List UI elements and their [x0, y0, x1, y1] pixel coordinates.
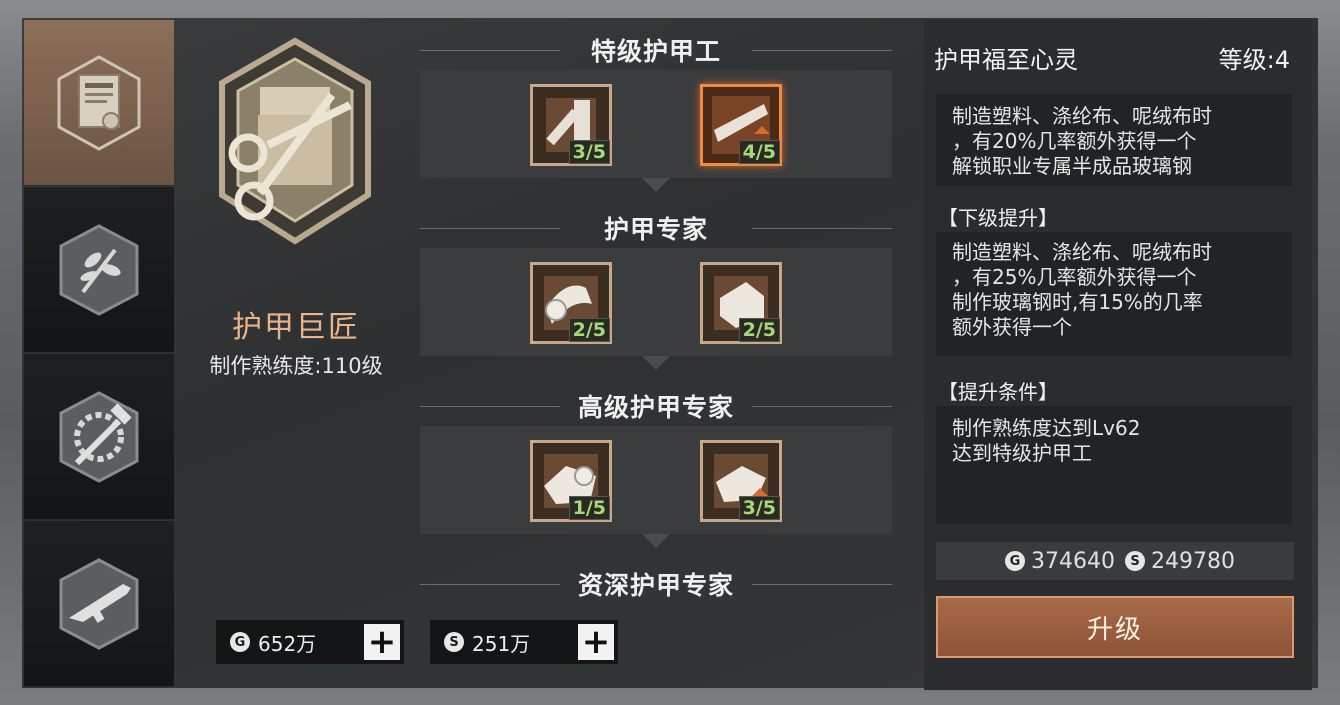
s-coin-icon: S [444, 632, 464, 652]
rifle-icon [59, 557, 139, 650]
profession-name: 护甲巨匠 [232, 310, 360, 345]
upgrade-button[interactable]: 升级 [936, 596, 1294, 658]
next-effect-line: ，有25%几率额外获得一个 [952, 265, 1197, 289]
currency-s-amount: 251万 [472, 631, 531, 656]
certificate-icon [57, 54, 141, 151]
tab-certificate[interactable] [24, 20, 174, 186]
condition-title: 【提升条件】 [938, 380, 1058, 404]
tier-row-2 [420, 248, 892, 356]
tier-title-4: 资深护甲专家 [420, 566, 892, 602]
condition-line: 达到特级护甲工 [952, 441, 1092, 465]
gear-hammer-icon [59, 390, 139, 483]
next-effect-line: 制作玻璃钢时,有15%的几率 [952, 290, 1203, 314]
s-coin-icon: S [1125, 551, 1145, 571]
skill-progress: 4/5 [738, 140, 780, 164]
currency-g: G 652万 + [216, 620, 404, 664]
skill-node[interactable]: 2/5 [530, 262, 612, 344]
cost-g-amount: 374640 [1031, 548, 1115, 574]
skill-node[interactable]: 2/5 [700, 262, 782, 344]
next-effect-box: 制造塑料、涤纶布、呢绒布时 ，有25%几率额外获得一个 制作玻璃钢时,有15%的… [936, 232, 1292, 356]
current-effect-box: 制造塑料、涤纶布、呢绒布时 ，有20%几率额外获得一个 解锁职业专属半成品玻璃钢 [936, 94, 1292, 186]
proficiency-level: 制作熟练度:110级 [209, 354, 383, 378]
profession-badge [200, 35, 390, 255]
next-effect-line: 制造塑料、涤纶布、呢绒布时 [952, 240, 1212, 264]
tier-connector [642, 534, 670, 548]
skill-node[interactable]: 3/5 [700, 440, 782, 522]
skill-progress: 1/5 [568, 496, 610, 520]
skill-progress: 3/5 [738, 496, 780, 520]
cost-s-amount: 249780 [1151, 548, 1235, 574]
add-g-button[interactable]: + [364, 624, 400, 660]
effect-line: 制造塑料、涤纶布、呢绒布时 [952, 104, 1212, 128]
upgrade-cost: G 374640 S 249780 [936, 542, 1294, 580]
skill-progress: 2/5 [568, 318, 610, 342]
tier-connector [642, 356, 670, 370]
g-coin-icon: G [1005, 551, 1026, 571]
skill-node-selected[interactable]: 4/5 [700, 84, 782, 166]
plant-icon [59, 223, 139, 316]
effect-line: ，有20%几率额外获得一个 [952, 129, 1197, 153]
currency-s: S 251万 + [430, 620, 618, 664]
condition-line: 制作熟练度达到Lv62 [952, 416, 1141, 440]
effect-line: 解锁职业专属半成品玻璃钢 [952, 154, 1192, 178]
add-s-button[interactable]: + [578, 624, 614, 660]
condition-box: 制作熟练度达到Lv62 达到特级护甲工 [936, 406, 1292, 524]
tab-rifle[interactable] [24, 521, 174, 687]
category-tabs [24, 20, 174, 688]
next-effect-line: 额外获得一个 [952, 315, 1072, 339]
tier-title-1: 特级护甲工 [420, 32, 892, 68]
skill-node[interactable]: 3/5 [530, 84, 612, 166]
tier-title-3: 高级护甲专家 [420, 388, 892, 424]
g-coin-icon: G [230, 632, 250, 652]
tier-title-2: 护甲专家 [420, 210, 892, 246]
skill-progress: 3/5 [568, 140, 610, 164]
tier-row-1 [420, 70, 892, 178]
next-level-title: 【下级提升】 [938, 206, 1058, 230]
tab-gear-hammer[interactable] [24, 354, 174, 520]
tab-plant[interactable] [24, 187, 174, 353]
tier-row-3 [420, 426, 892, 534]
skill-level: 等级:4 [1218, 46, 1290, 74]
tier-connector [642, 178, 670, 192]
skill-node[interactable]: 1/5 [530, 440, 612, 522]
skill-title: 护甲福至心灵 [934, 46, 1078, 74]
skill-progress: 2/5 [738, 318, 780, 342]
currency-g-amount: 652万 [258, 631, 317, 656]
scissors-badge-icon [219, 37, 371, 245]
